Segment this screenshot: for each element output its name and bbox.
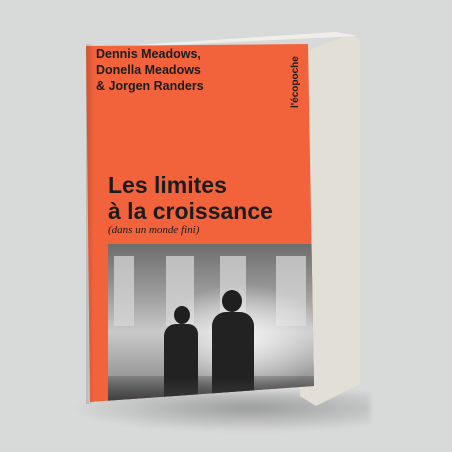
- cover-spine-shade: [86, 44, 94, 404]
- author-3: & Jorgen Randers: [96, 79, 204, 93]
- person-left-head: [174, 306, 190, 324]
- cover-photo: [108, 244, 314, 402]
- book-subtitle: (dans un monde fini): [108, 224, 200, 236]
- authors: Dennis Meadows, Donella Meadows & Jorgen…: [96, 46, 204, 94]
- book-title: Les limites à la croissance: [108, 172, 273, 224]
- person-right-head: [222, 290, 242, 312]
- author-2: Donella Meadows: [96, 63, 201, 77]
- photo-window: [114, 256, 134, 326]
- book-cover: Dennis Meadows, Donella Meadows & Jorgen…: [86, 44, 314, 402]
- title-line-1: Les limites: [108, 172, 227, 198]
- product-scene: Dennis Meadows, Donella Meadows & Jorgen…: [0, 0, 452, 452]
- title-line-2: à la croissance: [108, 198, 273, 224]
- publisher-label: l'écopoche: [290, 56, 301, 108]
- author-1: Dennis Meadows,: [96, 47, 201, 61]
